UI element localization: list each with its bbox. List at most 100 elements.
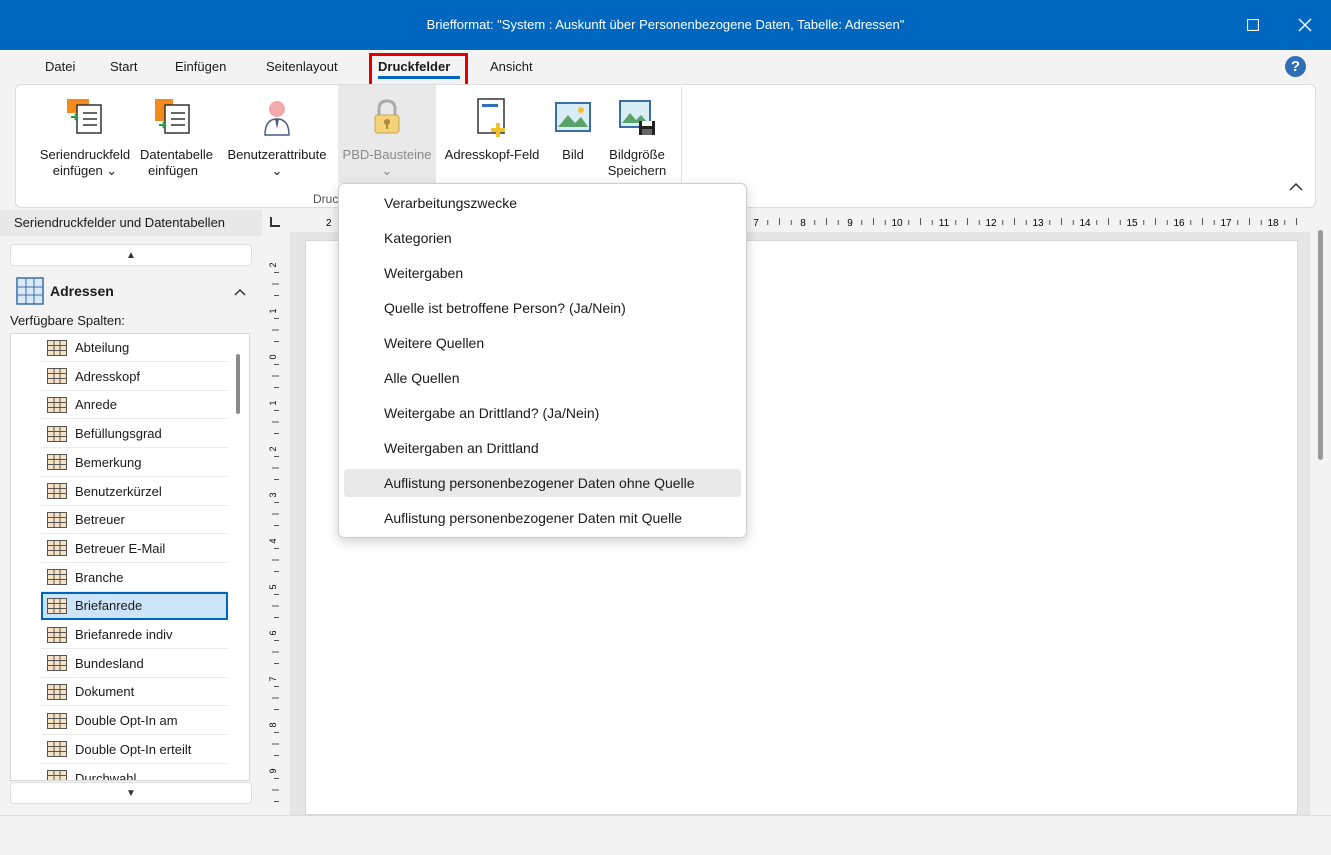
list-item[interactable]: Betreuer (41, 506, 228, 535)
list-item[interactable]: Betreuer E-Mail (41, 535, 228, 563)
column-label: Betreuer (75, 512, 125, 528)
column-label: Briefanrede indiv (75, 627, 173, 642)
scroll-up-button[interactable]: ▲ (10, 244, 252, 266)
chevron-up-icon[interactable] (232, 284, 248, 300)
column-label: Dokument (75, 684, 135, 700)
grid-icon (47, 454, 67, 471)
grid-icon (47, 770, 67, 780)
list-item[interactable]: Bemerkung (41, 449, 228, 477)
document-scrollbar[interactable] (1318, 230, 1323, 460)
scroll-down-button[interactable]: ▼ (10, 782, 252, 804)
menu-item[interactable]: Auflistung personenbezogener Daten mit Q… (344, 504, 741, 532)
list-item[interactable]: Adresskopf (41, 363, 228, 391)
ruler-label: 2 (326, 218, 332, 229)
user-attribute-icon (264, 101, 290, 136)
menu-item[interactable]: Verarbeitungszwecke (344, 189, 741, 217)
close-icon (1298, 18, 1312, 32)
adresskopf-feld-label: Adresskopf-Feld (444, 147, 540, 162)
list-item[interactable]: Briefanrede (41, 592, 228, 621)
ruler-label: 15 (1126, 218, 1138, 229)
seriendruckfeld-einfuegen-button[interactable]: Seriendruckfeld einfügen ⌄ (26, 85, 144, 183)
grid-icon (47, 683, 67, 700)
column-label: Double Opt-In am (75, 713, 178, 729)
column-label: Benutzerkürzel (75, 483, 162, 499)
column-label: Double Opt-In erteilt (75, 741, 192, 757)
menu-item[interactable]: Kategorien (344, 224, 741, 252)
grid-icon (47, 396, 67, 413)
benutzerattribute-button[interactable]: Benutzerattribute ⌄ (221, 85, 333, 183)
tab-ansicht[interactable]: Ansicht (490, 59, 533, 74)
ruler-label: 8 (800, 218, 806, 229)
tab-einfuegen[interactable]: Einfügen (175, 59, 226, 74)
address-header-icon (477, 98, 505, 137)
list-item[interactable]: Dokument (41, 678, 228, 707)
ruler-label: 6 (268, 630, 278, 635)
list-scrollbar[interactable] (236, 354, 240, 414)
menu-item[interactable]: Alle Quellen (344, 364, 741, 392)
tab-datei[interactable]: Datei (45, 59, 75, 74)
column-label: Bundesland (75, 655, 144, 671)
column-label: Bemerkung (75, 454, 142, 470)
ruler-label: 18 (1267, 218, 1279, 229)
grid-icon (47, 368, 67, 385)
tab-start[interactable]: Start (110, 59, 137, 74)
datentabelle-einfuegen-button[interactable]: Datentabelle einfügen (130, 85, 216, 183)
list-item[interactable]: Branche (41, 564, 228, 592)
vertical-ruler-ticks: 2 1 0 1 2 3 4 5 6 7 8 9 (268, 262, 279, 802)
grid-icon (47, 712, 67, 729)
table-name: Adressen (50, 283, 114, 299)
menu-item[interactable]: Weitere Quellen (344, 329, 741, 357)
list-item[interactable]: Benutzerkürzel (41, 478, 228, 506)
grid-icon (47, 626, 67, 643)
status-bar (0, 815, 1331, 855)
merge-field-icon (67, 99, 102, 134)
vertical-ruler[interactable]: 2 1 0 1 2 3 4 5 6 7 8 9 (266, 237, 286, 815)
list-item[interactable]: Double Opt-In erteilt (41, 736, 228, 764)
ruler-label: 16 (1173, 218, 1185, 229)
adresskopf-feld-button[interactable]: Adresskopf-Feld (438, 85, 546, 183)
menu-item[interactable]: Weitergabe an Drittland? (Ja/Nein) (344, 399, 741, 427)
table-header-adressen[interactable]: Adressen (16, 276, 114, 306)
window-title: Briefformat: "System : Auskunft über Per… (426, 17, 905, 32)
tab-seitenlayout[interactable]: Seitenlayout (266, 59, 338, 74)
maximize-icon (1247, 19, 1259, 31)
ribbon-collapse-icon[interactable] (1286, 177, 1306, 197)
column-list[interactable]: Abteilung Adresskopf Anrede Befüllungsgrad B… (10, 333, 250, 781)
bildgroesse-speichern-button[interactable]: Bildgröße Speichern (599, 85, 675, 183)
list-item[interactable]: Anrede (41, 391, 228, 420)
menu-item[interactable]: Weitergaben an Drittland (344, 434, 741, 462)
menu-item[interactable]: Quelle ist betroffene Person? (Ja/Nein) (344, 294, 741, 322)
seriendruckfeld-label: Seriendruckfeld einfügen ⌄ (39, 147, 131, 178)
grid-icon (47, 425, 67, 442)
list-item[interactable]: Durchwahl (41, 765, 228, 781)
ruler-label: 8 (268, 722, 278, 727)
tab-stop-selector[interactable] (270, 217, 280, 227)
ruler-label: 9 (847, 218, 853, 229)
pbd-bausteine-button[interactable]: PBD-Bausteine ⌄ (338, 85, 436, 183)
close-button[interactable] (1292, 12, 1318, 38)
benutzerattribute-label: Benutzerattribute ⌄ (227, 147, 327, 178)
ruler-label: 4 (268, 538, 278, 543)
menu-item[interactable]: Weitergaben (344, 259, 741, 287)
image-save-icon (619, 100, 655, 135)
list-item[interactable]: Double Opt-In am (41, 707, 228, 736)
column-label: Durchwahl (75, 770, 137, 781)
list-item[interactable]: Abteilung (41, 334, 228, 362)
annotation-highlight-box (369, 53, 468, 88)
grid-icon (47, 483, 67, 499)
help-button[interactable]: ? (1285, 56, 1306, 77)
bildgroesse-label: Bildgröße Speichern (607, 147, 667, 178)
grid-icon (47, 741, 67, 758)
list-item[interactable]: Befüllungsgrad (41, 420, 228, 449)
list-item[interactable]: Briefanrede indiv (41, 621, 228, 649)
grid-icon (47, 597, 67, 614)
column-label: Anrede (75, 397, 117, 413)
grid-icon (47, 655, 67, 672)
bild-button[interactable]: Bild (548, 85, 598, 183)
ruler-label: 1 (268, 308, 278, 313)
menu-item[interactable]: Auflistung personenbezogener Daten ohne … (344, 469, 741, 497)
ruler-label: 12 (985, 218, 997, 229)
list-item[interactable]: Bundesland (41, 650, 228, 678)
maximize-button[interactable] (1240, 12, 1266, 38)
ribbon-group-separator (681, 87, 682, 183)
